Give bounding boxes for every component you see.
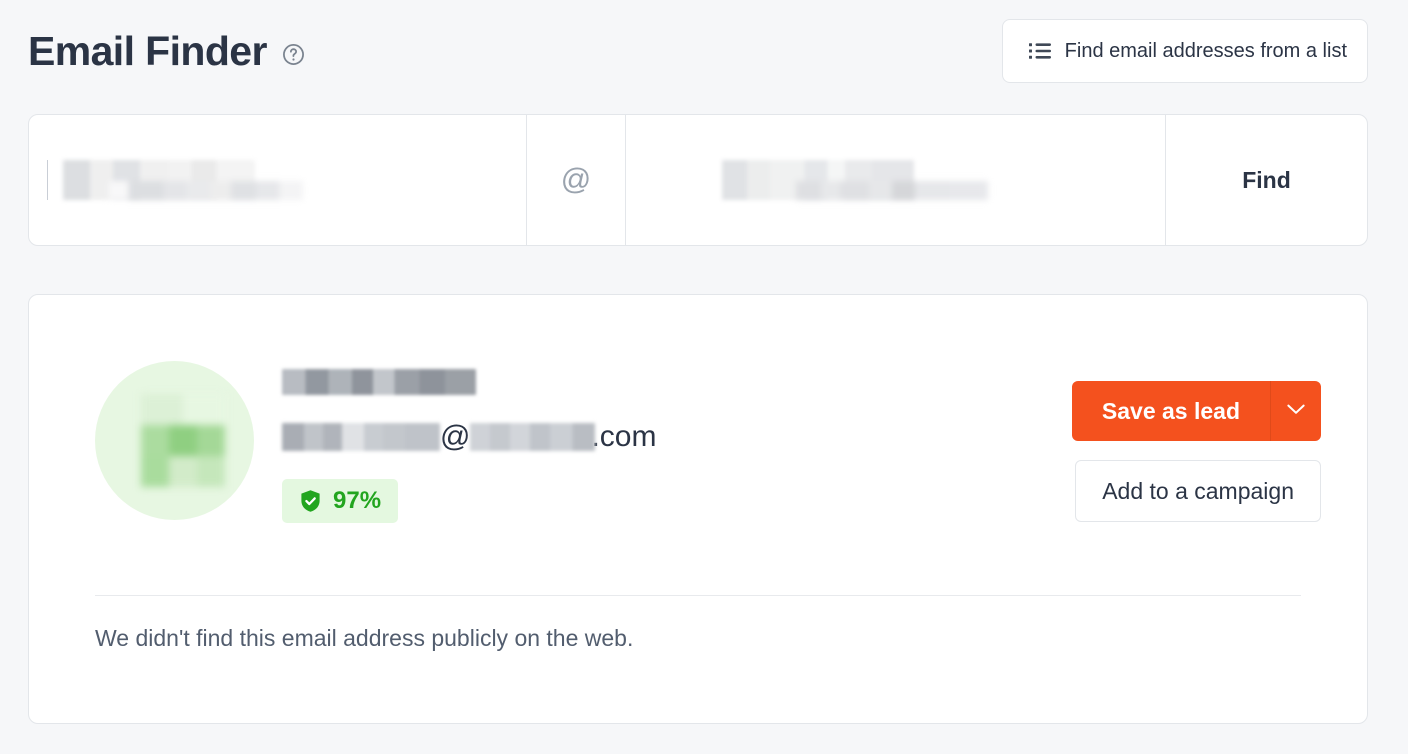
no-sources-message: We didn't find this email address public…: [95, 625, 634, 651]
contact-email: @ .com: [282, 421, 1072, 453]
email-finder-page: Email Finder Find email addresses from a…: [0, 0, 1408, 754]
at-separator: @: [560, 163, 592, 196]
save-as-lead-button[interactable]: Save as lead: [1072, 381, 1270, 441]
page-title: Email Finder: [28, 27, 267, 74]
email-domain-redacted: [470, 423, 596, 451]
email-tld: .com: [591, 420, 657, 453]
title-group: Email Finder: [28, 27, 306, 74]
save-as-lead-split-button: Save as lead: [1071, 381, 1321, 441]
text-caret: [47, 160, 48, 200]
avatar-redacted-photo: [141, 394, 225, 487]
shield-check-icon: [299, 489, 322, 513]
domain-input[interactable]: [626, 115, 1165, 245]
bulleted-list-icon: [1028, 42, 1051, 60]
save-as-lead-dropdown-toggle[interactable]: [1271, 381, 1321, 441]
find-from-list-button[interactable]: Find email addresses from a list: [1001, 19, 1368, 83]
chevron-down-icon: [1287, 402, 1305, 420]
contact-identity: @ .com 97%: [282, 361, 1072, 523]
avatar: [95, 361, 254, 520]
add-to-campaign-button[interactable]: Add to a campaign: [1075, 460, 1321, 522]
domain-input-redacted-value: [722, 160, 914, 200]
confidence-badge: 97%: [282, 479, 399, 523]
result-card: @ .com 97% Save as lead Add to a campaig…: [28, 294, 1368, 724]
confidence-value: 97%: [333, 487, 382, 514]
card-divider: [95, 595, 1301, 596]
email-finder-search-bar: @ Find: [28, 114, 1368, 246]
result-header: @ .com 97% Save as lead Add to a campaig…: [29, 295, 1367, 523]
find-from-list-label: Find email addresses from a list: [1064, 39, 1347, 62]
email-at-sign: @: [440, 420, 471, 453]
contact-name-redacted: [282, 369, 476, 395]
result-actions: Save as lead Add to a campaign: [1071, 361, 1321, 522]
email-local-part-redacted: [282, 423, 440, 451]
page-header: Email Finder Find email addresses from a…: [28, 16, 1368, 86]
question-circle-icon[interactable]: [281, 42, 306, 67]
name-input[interactable]: [29, 115, 526, 245]
name-input-redacted-value: [63, 160, 255, 200]
find-button[interactable]: Find: [1166, 115, 1367, 245]
